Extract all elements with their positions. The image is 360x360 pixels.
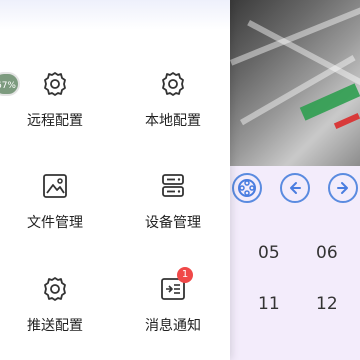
server-icon — [159, 172, 187, 200]
arrow-right-icon — [337, 182, 348, 194]
menu-item-file-management[interactable]: 文件管理 — [0, 172, 110, 232]
gear-icon — [41, 70, 69, 98]
notification-badge: 1 — [177, 267, 193, 283]
video-object — [333, 112, 360, 130]
menu-item-remote-config[interactable]: 远程配置 — [0, 70, 110, 130]
message-icon: 1 — [159, 267, 193, 303]
film-reel-icon — [238, 179, 256, 197]
menu-item-device-management[interactable]: 设备管理 — [118, 172, 228, 232]
menu-item-label: 本地配置 — [145, 113, 201, 129]
channel-item[interactable]: 11 — [258, 294, 280, 314]
gear-icon — [41, 275, 69, 303]
film-reel-button[interactable] — [232, 173, 262, 203]
previous-button[interactable] — [280, 173, 310, 203]
gear-icon — [159, 70, 187, 98]
menu-item-label: 设备管理 — [145, 215, 201, 231]
side-menu-panel: 67% 远程配置 本地配置 文件管理 — [0, 0, 230, 360]
image-file-icon — [41, 172, 69, 200]
channel-item[interactable]: 05 — [258, 243, 280, 263]
video-preview[interactable] — [230, 0, 360, 166]
menu-item-label: 远程配置 — [27, 113, 83, 129]
arrow-left-icon — [290, 182, 301, 194]
playback-controls — [230, 173, 360, 219]
channel-item[interactable]: 06 — [316, 243, 338, 263]
channel-item[interactable]: 12 — [316, 294, 338, 314]
menu-item-push-config[interactable]: 推送配置 — [0, 275, 110, 335]
menu-item-label: 文件管理 — [27, 215, 83, 231]
next-button[interactable] — [328, 173, 358, 203]
menu-item-label: 消息通知 — [145, 318, 201, 334]
menu-item-local-config[interactable]: 本地配置 — [118, 70, 228, 130]
menu-item-label: 推送配置 — [27, 318, 83, 334]
menu-item-message-notification[interactable]: 1 消息通知 — [118, 267, 228, 335]
